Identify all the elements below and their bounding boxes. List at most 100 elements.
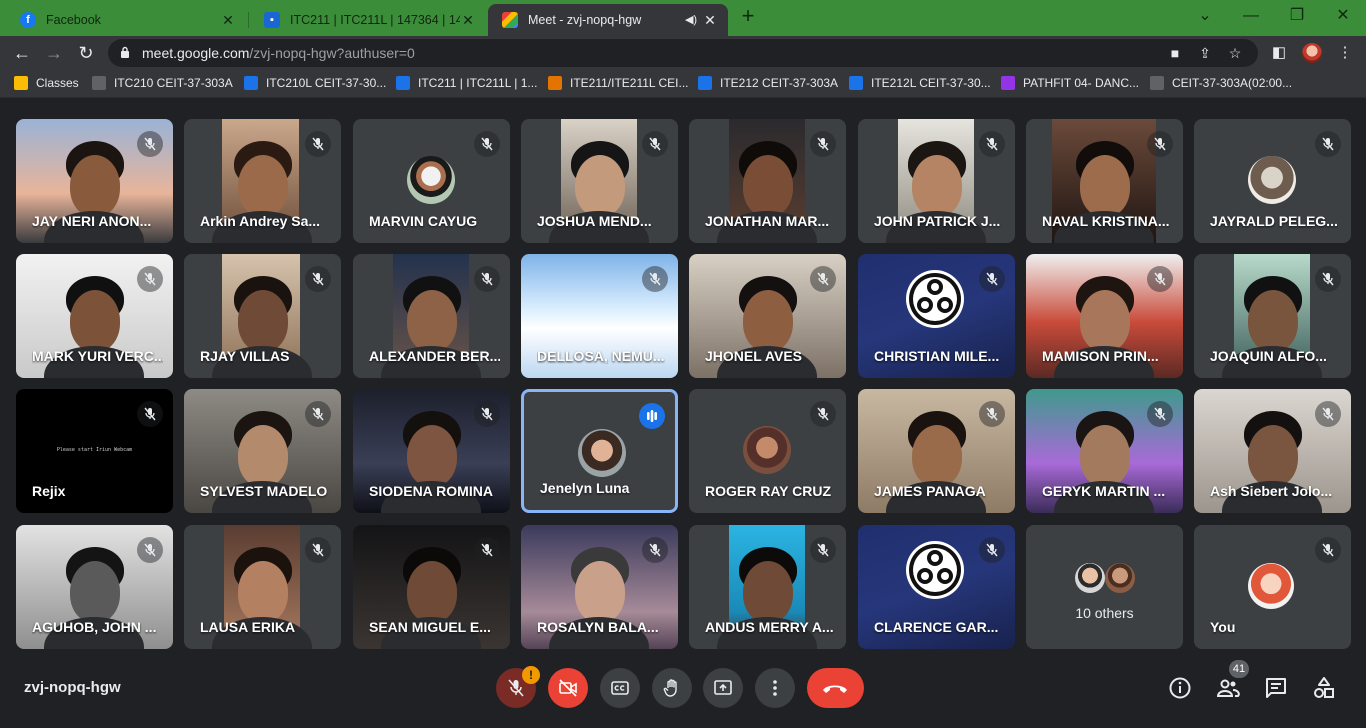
bookmark-item[interactable]: ITE212 CEIT-37-303A [698, 76, 838, 90]
back-button[interactable]: ← [10, 41, 34, 65]
facebook-icon: f [20, 12, 36, 28]
meeting-info-icon[interactable] [1168, 676, 1192, 700]
bookmark-item[interactable]: ITE212L CEIT-37-30... [849, 76, 991, 90]
participant-tile[interactable]: JAY NERI ANON... [16, 119, 173, 243]
bookmark-item[interactable]: ITE211/ITE211L CEI... [548, 76, 689, 90]
participant-tile[interactable]: ROGER RAY CRUZ [689, 389, 846, 513]
participant-tile[interactable]: CLARENCE GAR... [858, 525, 1015, 649]
obs-logo-icon [909, 273, 961, 325]
participant-name: CLARENCE GAR... [874, 619, 999, 635]
share-icon[interactable]: ⇪ [1196, 44, 1214, 62]
minimize-button[interactable]: — [1228, 2, 1274, 30]
mic-off-icon [817, 137, 829, 151]
speaking-indicator-icon [639, 403, 665, 429]
participant-video [575, 561, 625, 623]
tab-facebook[interactable]: f Facebook ✕ [6, 4, 246, 36]
mic-off-indicator [979, 131, 1005, 157]
participant-tile[interactable]: ALEXANDER BER... [353, 254, 510, 378]
participant-tile[interactable]: SYLVEST MADELO [184, 389, 341, 513]
close-icon[interactable]: ✕ [460, 12, 476, 28]
participant-name: NAVAL KRISTINA... [1042, 213, 1170, 229]
participant-name: SYLVEST MADELO [200, 483, 328, 499]
participant-video [743, 155, 793, 217]
mic-off-indicator [979, 401, 1005, 427]
participant-tile[interactable]: DELLOSA, NEMU... [521, 254, 678, 378]
self-avatar [1248, 563, 1294, 609]
tab-title: Meet - zvj-nopq-hgw [528, 13, 642, 27]
camera-button[interactable] [548, 668, 588, 708]
participant-tile[interactable]: JAMES PANAGA [858, 389, 1015, 513]
forward-button[interactable]: → [42, 41, 66, 65]
raise-hand-button[interactable] [652, 668, 692, 708]
people-icon[interactable] [1216, 676, 1240, 700]
reload-button[interactable]: ↻ [74, 41, 98, 65]
present-button[interactable] [703, 668, 743, 708]
participant-tile[interactable]: JONATHAN MAR... [689, 119, 846, 243]
participant-tile[interactable]: RJAY VILLAS [184, 254, 341, 378]
menu-kebab-icon[interactable]: ⋮ [1335, 43, 1355, 63]
participant-tile[interactable]: ROSALYN BALA... [521, 525, 678, 649]
mic-off-icon [986, 272, 998, 286]
closed-captions-icon [611, 681, 629, 695]
bookmark-star-icon[interactable]: ☆ [1226, 44, 1244, 62]
participant-name: LAUSA ERIKA [200, 619, 296, 635]
activities-icon[interactable] [1312, 676, 1336, 700]
participant-video [70, 290, 120, 352]
participant-tile[interactable]: Arkin Andrey Sa... [184, 119, 341, 243]
bookmark-label: ITE212L CEIT-37-30... [871, 76, 991, 90]
profile-avatar[interactable] [1302, 43, 1322, 63]
participant-tile[interactable]: MARVIN CAYUG [353, 119, 510, 243]
leave-call-button[interactable] [807, 668, 864, 708]
participant-tile[interactable]: JOHN PATRICK J... [858, 119, 1015, 243]
bookmark-item[interactable]: PATHFIT 04- DANC... [1001, 76, 1139, 90]
address-bar[interactable]: meet.google.com/zvj-nopq-hgw?authuser=0 … [108, 39, 1258, 67]
participant-name: MARVIN CAYUG [369, 213, 478, 229]
participant-tile[interactable]: GERYK MARTIN ... [1026, 389, 1183, 513]
bookmark-item[interactable]: Classes [14, 76, 79, 90]
speaker-icon[interactable]: ◀) [680, 12, 702, 28]
participant-tile[interactable]: Please start Iriun Webcam Rejix [16, 389, 173, 513]
participant-tile[interactable]: LAUSA ERIKA [184, 525, 341, 649]
mic-off-icon [649, 543, 661, 557]
bookmark-item[interactable]: CEIT-37-303A(02:00... [1150, 76, 1292, 90]
new-tab-button[interactable]: + [737, 5, 759, 28]
mic-off-icon [986, 543, 998, 557]
obs-logo-icon [906, 541, 964, 599]
participant-tile[interactable]: JOSHUA MEND... [521, 119, 678, 243]
participant-tile[interactable]: JOAQUIN ALFO... [1194, 254, 1351, 378]
bookmark-item[interactable]: ITC210 CEIT-37-303A [92, 76, 233, 90]
mic-warning-badge: ! [522, 666, 540, 684]
more-options-button[interactable] [755, 668, 795, 708]
bookmark-item[interactable]: ITC211 | ITC211L | 1... [396, 76, 537, 90]
participant-tile[interactable]: Jenelyn Luna [521, 389, 678, 513]
bookmark-item[interactable]: ITC210L CEIT-37-30... [244, 76, 386, 90]
participant-tile[interactable]: SIODENA ROMINA [353, 389, 510, 513]
close-icon[interactable]: ✕ [220, 12, 236, 28]
restore-button[interactable]: ❐ [1274, 2, 1320, 30]
camera-icon[interactable]: ■ [1166, 44, 1184, 62]
participant-tile[interactable]: CHRISTIAN MILE... [858, 254, 1015, 378]
captions-button[interactable] [600, 668, 640, 708]
participant-tile[interactable]: ANDUS MERRY A... [689, 525, 846, 649]
tab-classroom[interactable]: ▪ ITC211 | ITC211L | 147364 | 14736 ✕ [250, 4, 486, 36]
participant-tile[interactable]: JHONEL AVES [689, 254, 846, 378]
mic-off-indicator [979, 266, 1005, 292]
bookmark-label: PATHFIT 04- DANC... [1023, 76, 1140, 90]
chat-icon[interactable] [1264, 676, 1288, 700]
participant-tile[interactable]: SEAN MIGUEL E... [353, 525, 510, 649]
participant-tile[interactable]: JAYRALD PELEG... [1194, 119, 1351, 243]
mic-off-icon [1322, 543, 1334, 557]
tab-search-chevron-icon[interactable]: ⌄ [1182, 2, 1228, 30]
participant-tile[interactable]: AGUHOB, JOHN ... [16, 525, 173, 649]
participant-tile[interactable]: Ash Siebert Jolo... [1194, 389, 1351, 513]
close-window-button[interactable]: ✕ [1320, 2, 1366, 30]
participant-tile[interactable]: NAVAL KRISTINA... [1026, 119, 1183, 243]
participant-tile[interactable]: MARK YURI VERC... [16, 254, 173, 378]
tab-meet[interactable]: Meet - zvj-nopq-hgw ◀) ✕ [488, 4, 728, 36]
participant-tile[interactable]: MAMISON PRIN... [1026, 254, 1183, 378]
close-icon[interactable]: ✕ [702, 12, 718, 28]
mic-off-indicator [137, 537, 163, 563]
others-tile[interactable]: 10 others [1026, 525, 1183, 649]
self-tile[interactable]: You [1194, 525, 1351, 649]
side-panel-icon[interactable]: ◧ [1269, 43, 1289, 63]
